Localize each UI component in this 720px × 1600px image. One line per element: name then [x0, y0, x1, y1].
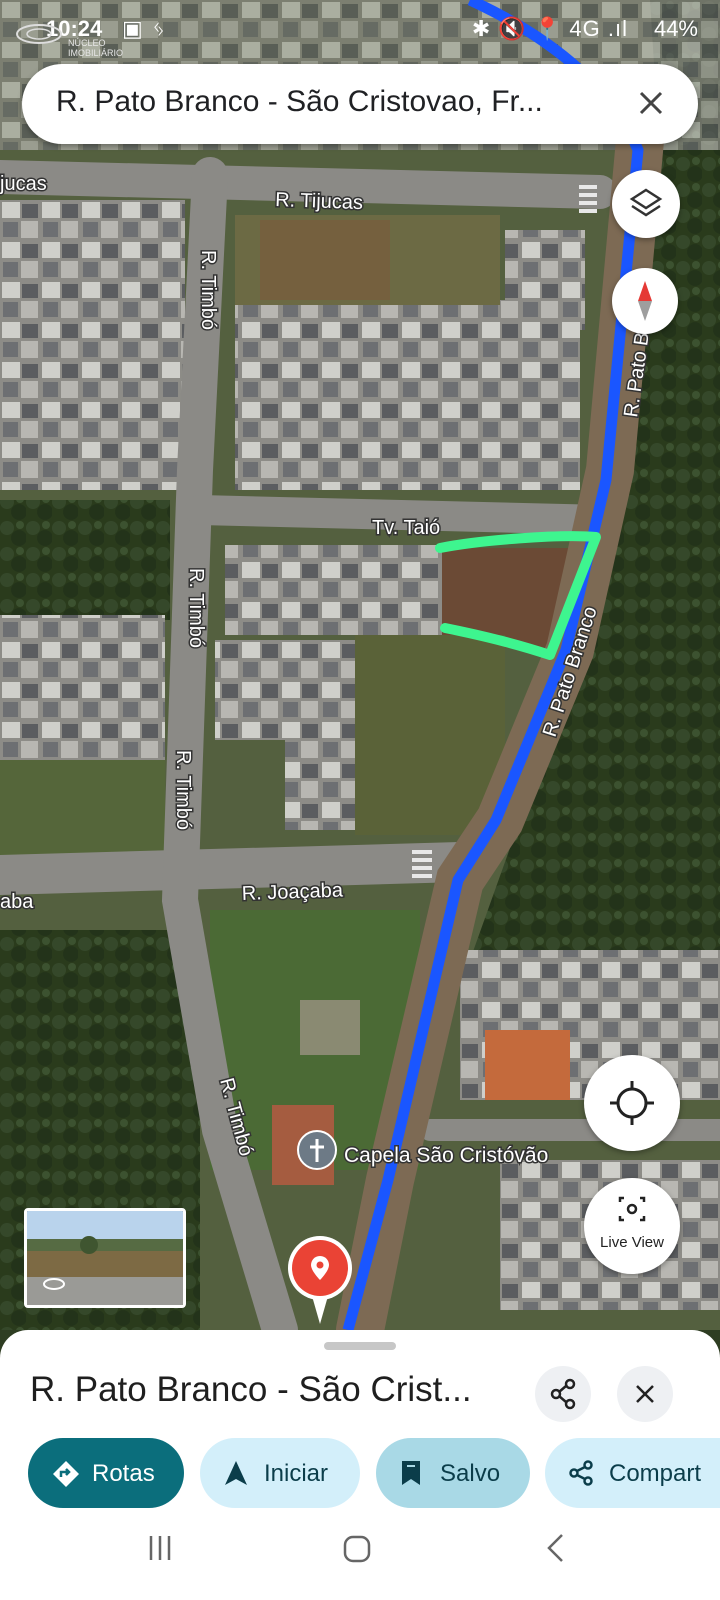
compass-icon — [638, 281, 652, 321]
layers-icon — [629, 188, 663, 217]
directions-icon — [53, 1461, 79, 1487]
drag-handle[interactable] — [324, 1342, 396, 1350]
share-icon — [550, 1378, 576, 1410]
street-view-thumbnail[interactable] — [24, 1208, 186, 1308]
street-label: R. Timbó — [197, 250, 219, 330]
share-button[interactable] — [535, 1366, 591, 1422]
navigation-arrow-icon — [225, 1461, 247, 1485]
rotate-360-icon — [43, 1278, 65, 1290]
street-label: R. Timbó — [185, 568, 207, 648]
battery-level: 44% — [653, 16, 698, 41]
street-label: R. Tijucas — [275, 189, 364, 214]
directions-label: Rotas — [92, 1460, 155, 1487]
live-view-button[interactable]: Live View — [584, 1178, 680, 1274]
close-icon — [636, 1385, 654, 1403]
close-sheet-button[interactable] — [617, 1366, 673, 1422]
street-label: R. Joaçaba — [241, 879, 344, 905]
gallery-icon: ▣ — [122, 16, 143, 41]
live-view-label: Live View — [600, 1234, 664, 1251]
street-label: R. Timbó — [172, 750, 194, 830]
close-icon[interactable] — [632, 84, 670, 122]
start-button[interactable]: Iniciar — [200, 1438, 360, 1508]
search-query[interactable]: R. Pato Branco - São Cristovao, Fr... — [56, 85, 636, 119]
bookmark-icon — [402, 1461, 420, 1485]
saved-label: Salvo — [440, 1460, 501, 1487]
start-label: Iniciar — [264, 1460, 329, 1487]
saved-button[interactable]: Salvo — [376, 1438, 530, 1508]
compass-button[interactable] — [612, 268, 678, 334]
my-location-button[interactable] — [584, 1055, 680, 1151]
street-label: Tv. Taió — [372, 517, 440, 539]
camera-icon — [618, 1196, 646, 1222]
directions-button[interactable]: Rotas — [28, 1438, 184, 1508]
watermark-logo — [14, 20, 64, 48]
street-label: jucas — [0, 173, 47, 195]
share-chip-button[interactable]: Compart — [545, 1438, 720, 1508]
system-nav-bar — [0, 1520, 720, 1600]
watermark-text: NÚCLEO IMOBILIÁRIO — [68, 38, 124, 58]
share-icon — [569, 1460, 593, 1486]
location-pin-icon — [288, 1236, 352, 1324]
search-bar[interactable]: R. Pato Branco - São Cristovao, Fr... — [22, 64, 698, 144]
street-label: aba — [0, 891, 34, 913]
back-icon[interactable] — [544, 1532, 566, 1564]
poi-label: Capela São Cristóvão — [344, 1144, 548, 1167]
crosshair-icon — [610, 1081, 654, 1125]
home-icon[interactable] — [342, 1534, 372, 1564]
status-icons: ✱ 🔇 📍 4G .ıl — [471, 16, 628, 41]
layers-button[interactable] — [612, 170, 680, 238]
place-title: R. Pato Branco - São Crist... — [30, 1370, 472, 1409]
recent-apps-icon[interactable] — [146, 1534, 174, 1562]
share-chip-label: Compart — [609, 1460, 702, 1487]
place-bottom-sheet[interactable]: R. Pato Branco - São Crist... Rotas Inic… — [0, 1330, 720, 1520]
notification-icon: ᛃ — [152, 16, 166, 41]
